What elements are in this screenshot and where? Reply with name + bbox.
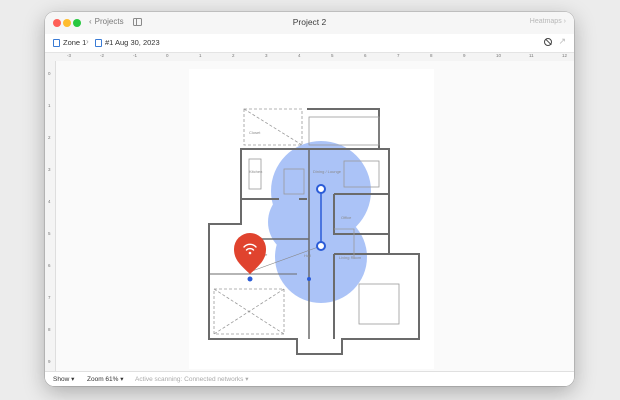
floorplan-drawing: Closet Kitchen Dining / Lounge Office Ga… [208, 108, 420, 355]
signal-coverage [268, 141, 371, 303]
ruler-left-label: 7 [48, 295, 51, 300]
zoom-menu-button[interactable]: Zoom 61% ▾ [87, 375, 124, 383]
ruler-top-label: -2 [100, 53, 105, 58]
access-point-2[interactable] [316, 241, 326, 251]
room-label-hall: Hall [304, 253, 311, 258]
ruler-left-label: 0 [48, 71, 51, 76]
ruler-top-label: 12 [562, 53, 568, 58]
ruler-left-label: 5 [48, 231, 51, 236]
app-window: ‹ Projects Project 2 Heatmaps › Zone 1 › … [45, 12, 574, 386]
access-point-3[interactable] [307, 277, 311, 281]
zoom-label: Zoom 61% [87, 376, 119, 383]
ruler-left-label: 8 [48, 327, 51, 332]
ruler-top-label: -3 [67, 53, 72, 58]
ruler-left-label: 4 [48, 199, 51, 204]
show-label: Show [53, 376, 70, 383]
zone-icon [53, 38, 60, 47]
breadcrumb-zone[interactable]: Zone 1 [53, 38, 86, 47]
ruler-top-label: 3 [265, 53, 268, 58]
chevron-right-icon: › [563, 18, 566, 25]
kitchen-counter [248, 158, 262, 190]
chevron-down-icon: ▾ [120, 376, 124, 383]
breadcrumb-separator-icon: › [86, 37, 89, 46]
breadcrumb: Zone 1 › #1 Aug 30, 2023 ↗ [45, 34, 574, 53]
bathroom-fixtures [308, 116, 380, 146]
chevron-down-icon: ▾ [245, 376, 249, 383]
ruler-left-label: 9 [48, 359, 51, 364]
heatmaps-button[interactable]: Heatmaps › [530, 18, 566, 25]
heatmaps-label: Heatmaps [529, 18, 562, 25]
scan-mode-menu[interactable]: Active scanning: Connected networks ▾ [135, 375, 248, 383]
ruler-top-label: 8 [430, 53, 433, 58]
chevron-down-icon: ▾ [71, 376, 75, 383]
ruler-top-label: 6 [364, 53, 367, 58]
show-menu-button[interactable]: Show ▾ [53, 375, 74, 383]
ruler-top-label: 9 [463, 53, 466, 58]
room-label-closet: Closet [249, 130, 261, 135]
ruler-top-label: 11 [529, 53, 534, 58]
ruler-top-label: -1 [133, 53, 138, 58]
survey-icon [95, 38, 102, 47]
ruler-top-label: 10 [496, 53, 502, 58]
room-label-living: Living Room [339, 255, 362, 260]
ruler-left-label: 1 [48, 103, 51, 108]
ruler-left: 0 1 2 3 4 5 6 7 8 9 [45, 61, 56, 371]
window-title: Project 2 [292, 17, 327, 27]
closet-diagonal [243, 108, 303, 146]
living-sofa [358, 283, 400, 325]
status-bar: Show ▾ Zoom 61% ▾ Active scanning: Conne… [45, 371, 574, 386]
floorplan-sheet: Closet Kitchen Dining / Lounge Office Ga… [189, 69, 434, 369]
ruler-left-label: 6 [48, 263, 51, 268]
ruler-left-label: 2 [48, 135, 51, 140]
survey-label: #1 Aug 30, 2023 [105, 38, 160, 47]
ruler-top-label: 5 [331, 53, 334, 58]
access-point-1[interactable] [316, 184, 326, 194]
room-label-office: Office [341, 215, 352, 220]
ruler-top-label: 1 [199, 53, 202, 58]
breadcrumb-survey[interactable]: #1 Aug 30, 2023 [95, 38, 160, 47]
room-label-kitchen: Kitchen [249, 169, 262, 174]
ruler-top-label: 4 [298, 53, 301, 58]
ruler-top-label: 0 [166, 53, 169, 58]
ruler-top-label: 7 [397, 53, 400, 58]
zone-label: Zone 1 [63, 38, 87, 47]
ruler-top-label: 2 [232, 53, 235, 58]
ruler-left-label: 3 [48, 167, 51, 172]
scan-label: Active scanning: Connected networks [135, 376, 244, 383]
room-label-dining: Dining / Lounge [313, 169, 342, 174]
title-bar: ‹ Projects Project 2 Heatmaps › [45, 12, 574, 35]
floorplan-canvas[interactable]: Closet Kitchen Dining / Lounge Office Ga… [56, 61, 574, 371]
no-scan-icon[interactable] [544, 38, 552, 46]
router-location-dot [247, 276, 253, 282]
share-icon[interactable]: ↗ [558, 36, 566, 47]
wifi-dot [248, 251, 252, 255]
